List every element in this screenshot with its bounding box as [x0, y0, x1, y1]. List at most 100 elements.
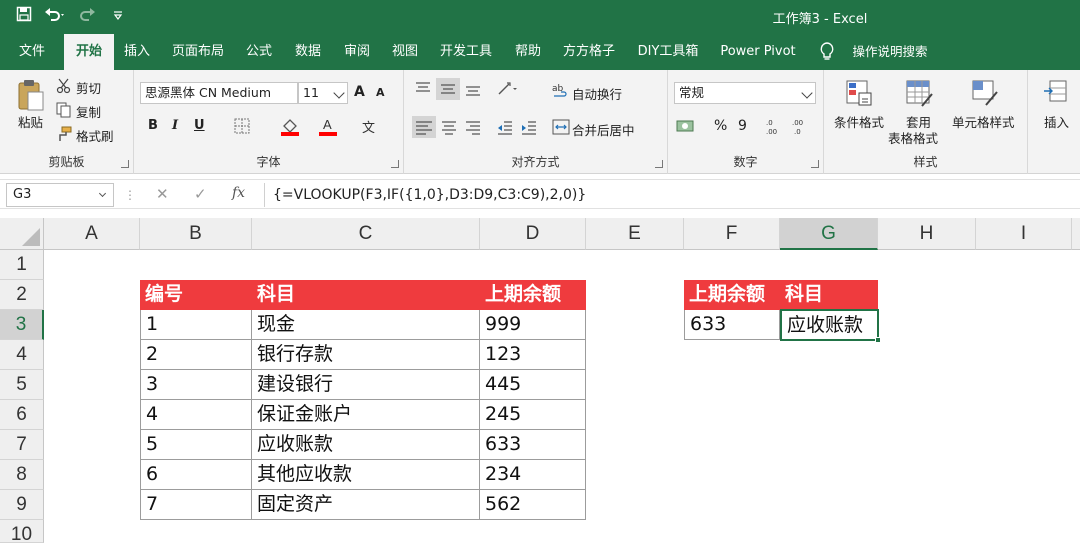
- table-cell[interactable]: 562: [480, 490, 586, 520]
- insert-cells-icon[interactable]: [1042, 78, 1070, 109]
- decrease-indent-icon[interactable]: [496, 118, 514, 139]
- copy-label[interactable]: 复制: [76, 102, 101, 121]
- worksheet-grid[interactable]: A B C D E F G H I 1 2 3 4 5 6 7 8 9 10 编…: [0, 218, 1080, 543]
- tab-view[interactable]: 视图: [386, 34, 424, 70]
- insert-cells-label[interactable]: 插入: [1044, 112, 1069, 131]
- font-name-select[interactable]: 思源黑体 CN Medium: [140, 82, 298, 104]
- table-cell[interactable]: 现金: [252, 310, 480, 340]
- insert-function-icon[interactable]: fx: [232, 185, 245, 201]
- cut-icon[interactable]: [56, 78, 72, 97]
- table-cell[interactable]: 固定资产: [252, 490, 480, 520]
- row-header-2[interactable]: 2: [0, 280, 44, 310]
- table-header-cell[interactable]: 上期余额: [480, 280, 586, 310]
- number-launcher-icon[interactable]: [811, 160, 819, 168]
- tab-insert[interactable]: 插入: [118, 34, 156, 70]
- format-painter-icon[interactable]: [56, 126, 72, 145]
- alignment-launcher-icon[interactable]: [655, 160, 663, 168]
- align-center-icon[interactable]: [440, 118, 458, 139]
- tab-page-layout[interactable]: 页面布局: [166, 34, 230, 70]
- lookup-input-cell[interactable]: 633: [684, 310, 780, 340]
- table-cell[interactable]: 银行存款: [252, 340, 480, 370]
- table-cell[interactable]: 1: [140, 310, 252, 340]
- format-painter-label[interactable]: 格式刷: [76, 126, 114, 145]
- table-cell[interactable]: 应收账款: [252, 430, 480, 460]
- table-cell[interactable]: 234: [480, 460, 586, 490]
- format-as-table-label-2[interactable]: 表格格式: [888, 128, 938, 147]
- table-cell[interactable]: 4: [140, 400, 252, 430]
- table-cell[interactable]: 3: [140, 370, 252, 400]
- currency-icon[interactable]: [676, 118, 698, 139]
- table-cell[interactable]: 7: [140, 490, 252, 520]
- font-launcher-icon[interactable]: [391, 160, 399, 168]
- col-header-h[interactable]: H: [878, 218, 976, 250]
- wrap-text-label[interactable]: 自动换行: [572, 84, 622, 103]
- align-bottom-icon[interactable]: [464, 80, 482, 101]
- tab-help[interactable]: 帮助: [508, 34, 548, 70]
- col-header-b[interactable]: B: [140, 218, 252, 250]
- tab-formulas[interactable]: 公式: [240, 34, 278, 70]
- row-header-5[interactable]: 5: [0, 370, 44, 400]
- table-cell[interactable]: 445: [480, 370, 586, 400]
- active-cell-g3[interactable]: 应收账款: [780, 309, 879, 341]
- copy-icon[interactable]: [56, 102, 72, 121]
- grow-font-button[interactable]: A: [354, 84, 365, 100]
- row-header-6[interactable]: 6: [0, 400, 44, 430]
- table-header-cell[interactable]: 科目: [252, 280, 480, 310]
- clipboard-launcher-icon[interactable]: [121, 160, 129, 168]
- table-cell[interactable]: 6: [140, 460, 252, 490]
- fill-color-icon[interactable]: [280, 116, 300, 139]
- table-cell[interactable]: 2: [140, 340, 252, 370]
- tab-file[interactable]: 文件: [8, 34, 56, 70]
- table-cell[interactable]: 123: [480, 340, 586, 370]
- tab-data[interactable]: 数据: [288, 34, 328, 70]
- align-left-icon[interactable]: [412, 116, 436, 138]
- tab-power-pivot[interactable]: Power Pivot: [714, 34, 802, 70]
- tab-fangfang[interactable]: 方方格子: [558, 34, 620, 70]
- paste-label[interactable]: 粘贴: [18, 112, 43, 131]
- table-cell[interactable]: 999: [480, 310, 586, 340]
- row-header-7[interactable]: 7: [0, 430, 44, 460]
- phonetic-icon[interactable]: 文: [360, 116, 380, 139]
- cell-styles-icon[interactable]: [970, 78, 1000, 111]
- row-header-10[interactable]: 10: [0, 520, 44, 543]
- align-middle-icon[interactable]: [436, 78, 460, 100]
- col-header-g[interactable]: G: [780, 218, 878, 250]
- col-header-f[interactable]: F: [684, 218, 780, 250]
- merge-center-icon[interactable]: [552, 118, 570, 139]
- col-header-a[interactable]: A: [44, 218, 140, 250]
- align-top-icon[interactable]: [414, 80, 432, 101]
- table-cell[interactable]: 5: [140, 430, 252, 460]
- align-right-icon[interactable]: [464, 118, 482, 139]
- shrink-font-button[interactable]: A: [376, 86, 385, 99]
- row-header-9[interactable]: 9: [0, 490, 44, 520]
- row-header-3[interactable]: 3: [0, 310, 44, 340]
- lookup-header-cell[interactable]: 上期余额: [684, 280, 780, 310]
- merge-center-label[interactable]: 合并后居中: [572, 120, 635, 139]
- increase-decimal-icon[interactable]: .0.00: [764, 116, 786, 139]
- underline-button[interactable]: U: [194, 118, 205, 133]
- row-header-8[interactable]: 8: [0, 460, 44, 490]
- table-cell[interactable]: 建设银行: [252, 370, 480, 400]
- cell-styles-label[interactable]: 单元格样式: [952, 112, 1015, 131]
- wrap-text-icon[interactable]: ab: [552, 82, 570, 103]
- enter-icon[interactable]: ✓: [194, 185, 207, 203]
- select-all-button[interactable]: [0, 218, 44, 250]
- cancel-icon[interactable]: ✕: [156, 185, 169, 203]
- borders-icon[interactable]: [234, 118, 250, 137]
- table-cell[interactable]: 633: [480, 430, 586, 460]
- col-header-d[interactable]: D: [480, 218, 586, 250]
- table-cell[interactable]: 其他应收款: [252, 460, 480, 490]
- col-header-i[interactable]: I: [976, 218, 1072, 250]
- tab-home[interactable]: 开始: [64, 34, 114, 70]
- bold-button[interactable]: B: [148, 118, 158, 133]
- orientation-icon[interactable]: [496, 80, 518, 101]
- row-header-1[interactable]: 1: [0, 250, 44, 280]
- name-box[interactable]: G3: [6, 183, 114, 207]
- col-header-e[interactable]: E: [586, 218, 684, 250]
- tab-developer[interactable]: 开发工具: [434, 34, 498, 70]
- row-header-4[interactable]: 4: [0, 340, 44, 370]
- cut-label[interactable]: 剪切: [76, 78, 101, 97]
- paste-icon[interactable]: [16, 78, 46, 115]
- table-header-cell[interactable]: 编号: [140, 280, 252, 310]
- conditional-formatting-label[interactable]: 条件格式: [834, 112, 884, 131]
